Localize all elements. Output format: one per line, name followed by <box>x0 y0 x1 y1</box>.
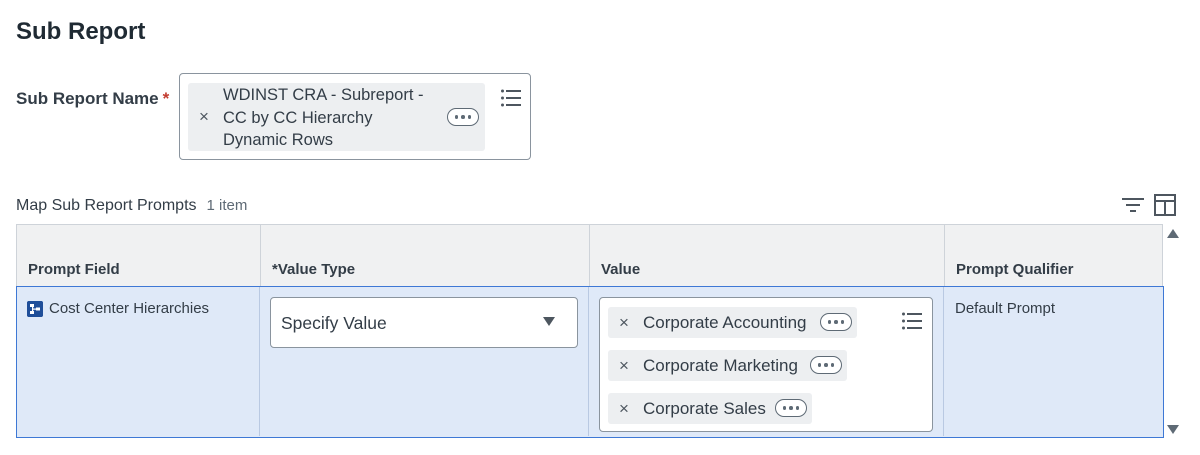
value-pill-text: Corporate Marketing <box>643 356 798 375</box>
prompt-qualifier-text: Default Prompt <box>955 300 1056 317</box>
selected-sub-report-line-3: Dynamic Rows <box>223 131 334 149</box>
selected-sub-report-line-1: WDINST CRA - Subreport - <box>223 86 424 104</box>
column-header-prompt-field[interactable]: Prompt Field <box>17 225 261 288</box>
value-pill-text: Corporate Sales <box>643 399 766 418</box>
value-pill: × Corporate Marketing <box>608 350 847 381</box>
sub-report-name-label-text: Sub Report Name <box>16 89 159 108</box>
remove-value-icon[interactable]: × <box>619 357 629 374</box>
more-options-icon[interactable] <box>447 108 479 126</box>
cell-prompt-field: Cost Center Hierarchies <box>17 287 260 436</box>
more-options-icon[interactable] <box>775 399 807 417</box>
prompt-field-text: Cost Center Hierarchies <box>49 300 210 317</box>
value-pill: × Corporate Accounting <box>608 307 857 338</box>
hierarchy-icon <box>27 301 43 317</box>
cell-value: × Corporate Accounting × Corporate Marke… <box>589 287 944 436</box>
prompts-grid: Prompt Field *Value Type Value Prompt Qu… <box>16 224 1164 438</box>
selected-sub-report-pill: × WDINST CRA - Subreport - CC by CC Hier… <box>188 83 485 151</box>
layout-columns-icon[interactable] <box>1154 194 1176 216</box>
cell-prompt-qualifier: Default Prompt <box>944 287 1162 436</box>
scroll-up-icon[interactable] <box>1167 229 1179 238</box>
selected-sub-report-text: WDINST CRA - Subreport - CC by CC Hierar… <box>223 84 438 152</box>
column-header-prompt-qualifier[interactable]: Prompt Qualifier <box>945 225 1164 288</box>
sub-report-name-label: Sub Report Name * <box>16 89 169 109</box>
grid-header: Map Sub Report Prompts 1 item <box>16 197 247 215</box>
sub-report-name-input[interactable]: × WDINST CRA - Subreport - CC by CC Hier… <box>179 73 531 160</box>
table-row[interactable]: Cost Center Hierarchies Specify Value × … <box>16 286 1164 438</box>
value-pill-text: Corporate Accounting <box>643 313 807 332</box>
scroll-down-icon[interactable] <box>1167 425 1179 434</box>
remove-sub-report-icon[interactable]: × <box>199 108 209 125</box>
prompt-list-icon[interactable] <box>500 88 522 108</box>
value-multiselect-input[interactable]: × Corporate Accounting × Corporate Marke… <box>599 297 933 432</box>
caret-down-icon <box>543 317 555 326</box>
cell-value-type: Specify Value <box>260 287 589 436</box>
remove-value-icon[interactable]: × <box>619 400 629 417</box>
filter-icon[interactable] <box>1122 196 1144 214</box>
prompt-list-icon[interactable] <box>901 311 923 331</box>
grid-item-count: 1 item <box>206 197 248 214</box>
value-pill: × Corporate Sales <box>608 393 812 424</box>
required-marker: * <box>162 89 170 108</box>
page-title: Sub Report <box>16 18 146 45</box>
selected-sub-report-line-2: CC by CC Hierarchy <box>223 108 373 127</box>
column-header-value[interactable]: Value <box>590 225 945 288</box>
value-type-select[interactable]: Specify Value <box>270 297 578 348</box>
column-header-value-type[interactable]: *Value Type <box>261 225 590 288</box>
more-options-icon[interactable] <box>810 356 842 374</box>
remove-value-icon[interactable]: × <box>619 314 629 331</box>
value-type-selected: Specify Value <box>281 313 387 333</box>
more-options-icon[interactable] <box>820 313 852 331</box>
grid-title: Map Sub Report Prompts <box>16 197 197 214</box>
grid-header-row: Prompt Field *Value Type Value Prompt Qu… <box>16 224 1164 288</box>
